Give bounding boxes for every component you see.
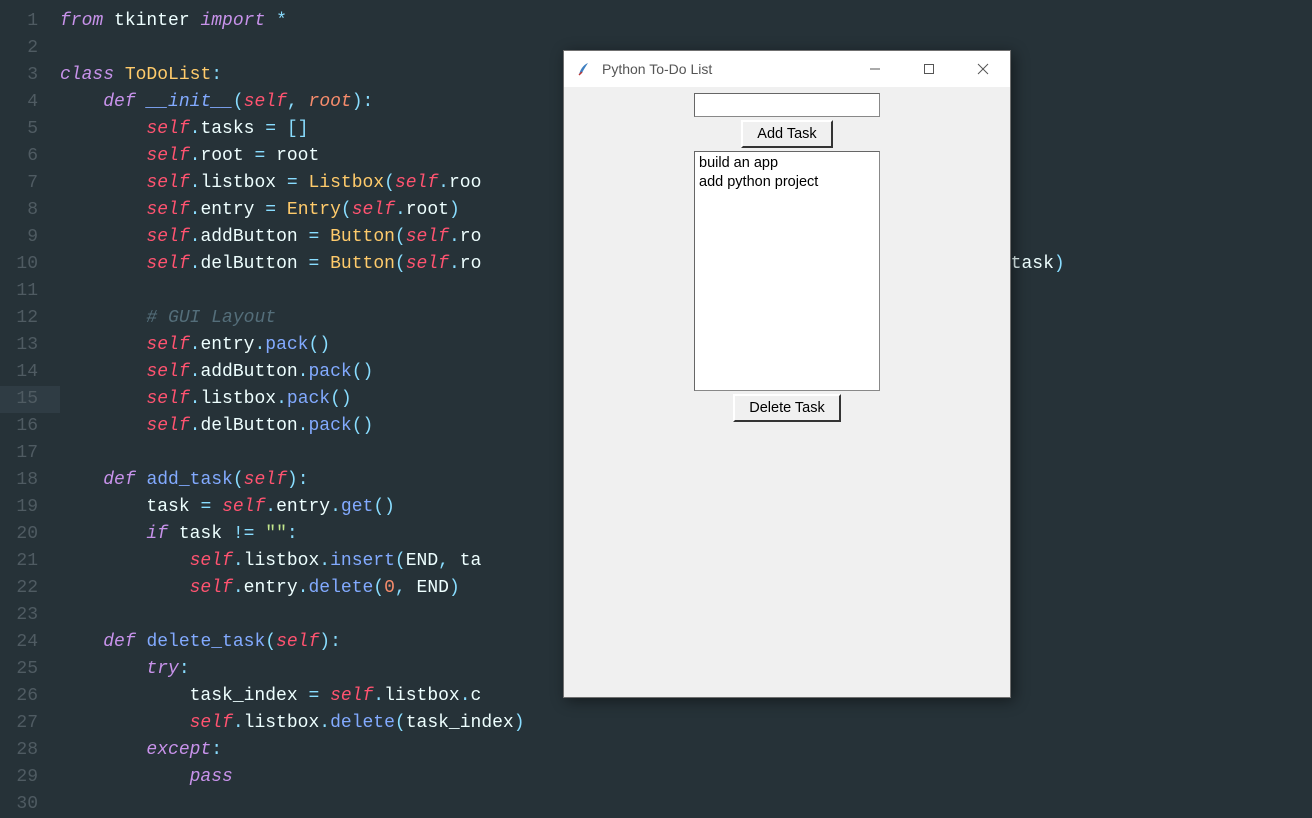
maximize-button[interactable] — [902, 51, 956, 87]
line-number: 27 — [0, 710, 60, 737]
line-number: 3 — [0, 62, 60, 89]
delete-task-button[interactable]: Delete Task — [733, 394, 841, 422]
line-gutter: 1234567891011121314151617181920212223242… — [0, 0, 60, 816]
add-task-button[interactable]: Add Task — [741, 120, 832, 148]
line-number: 28 — [0, 737, 60, 764]
line-number: 15 — [0, 386, 60, 413]
line-number: 20 — [0, 521, 60, 548]
line-number: 10 — [0, 251, 60, 278]
list-item[interactable]: build an app — [699, 154, 875, 173]
code-line: from tkinter import * — [60, 8, 1312, 35]
line-number: 2 — [0, 35, 60, 62]
line-number: 12 — [0, 305, 60, 332]
tk-feather-icon — [576, 61, 592, 77]
line-number: 8 — [0, 197, 60, 224]
line-number: 5 — [0, 116, 60, 143]
line-number: 7 — [0, 170, 60, 197]
line-number: 4 — [0, 89, 60, 116]
line-number: 26 — [0, 683, 60, 710]
line-number: 14 — [0, 359, 60, 386]
line-number: 16 — [0, 413, 60, 440]
line-number: 19 — [0, 494, 60, 521]
code-line: self.listbox.delete(task_index) — [60, 710, 1312, 737]
line-number: 30 — [0, 791, 60, 818]
code-line: except: — [60, 737, 1312, 764]
task-listbox[interactable]: build an appadd python project — [694, 151, 880, 391]
line-number: 1 — [0, 8, 60, 35]
task-entry[interactable] — [694, 93, 880, 117]
line-number: 6 — [0, 143, 60, 170]
tkinter-window: Python To-Do List Add Task build an appa… — [563, 50, 1011, 698]
code-line: pass — [60, 764, 1312, 791]
line-number: 29 — [0, 764, 60, 791]
close-button[interactable] — [956, 51, 1010, 87]
line-number: 13 — [0, 332, 60, 359]
line-number: 17 — [0, 440, 60, 467]
window-title: Python To-Do List — [602, 61, 848, 77]
line-number: 22 — [0, 575, 60, 602]
line-number: 24 — [0, 629, 60, 656]
line-number: 21 — [0, 548, 60, 575]
line-number: 18 — [0, 467, 60, 494]
client-area: Add Task build an appadd python project … — [564, 87, 1010, 422]
line-number: 25 — [0, 656, 60, 683]
code-line — [60, 791, 1312, 818]
line-number: 23 — [0, 602, 60, 629]
list-item[interactable]: add python project — [699, 173, 875, 192]
line-number: 11 — [0, 278, 60, 305]
titlebar[interactable]: Python To-Do List — [564, 51, 1010, 87]
minimize-button[interactable] — [848, 51, 902, 87]
line-number: 9 — [0, 224, 60, 251]
